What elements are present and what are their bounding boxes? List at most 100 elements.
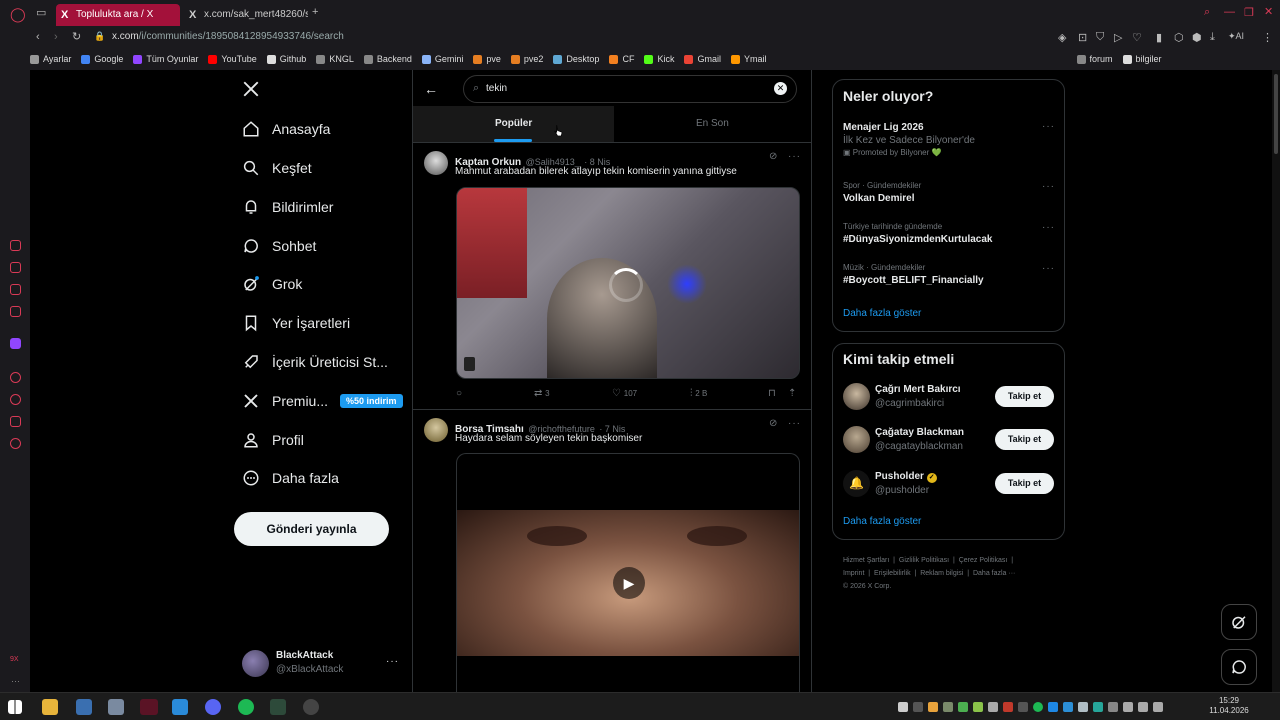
user-avatar[interactable]: 🔔 <box>843 470 870 497</box>
minimize-icon[interactable]: — <box>1224 6 1235 18</box>
play-icon[interactable]: ▶ <box>613 567 645 599</box>
camera-icon[interactable]: ⊡ <box>1078 31 1087 44</box>
bookmark-item[interactable]: Kick <box>644 51 674 67</box>
spotify-icon[interactable] <box>238 699 254 715</box>
messages-float-button[interactable] <box>1221 649 1257 685</box>
like-button[interactable]: ♡ 107 <box>612 388 637 399</box>
tray-icon[interactable] <box>1018 702 1028 712</box>
trend-item[interactable]: Türkiye tarihinde gündemde #DünyaSiyoniz… <box>843 222 1053 245</box>
maximize-icon[interactable]: ❐ <box>1244 6 1254 19</box>
sidebar-app-icon[interactable] <box>10 416 21 427</box>
search-tabs-icon[interactable]: ⌕ <box>1204 6 1210 19</box>
trend-item[interactable]: Müzik · Gündemdekiler #Boycott_BELIFT_Fi… <box>843 263 1053 286</box>
tray-icon[interactable] <box>1078 702 1088 712</box>
footer-link[interactable]: Reklam bilgisi <box>920 570 963 577</box>
tweet-menu-icon[interactable]: ··· <box>788 418 801 429</box>
share-icon[interactable]: ⇡ <box>788 388 796 399</box>
nav-chat[interactable]: Sohbet <box>242 234 316 258</box>
tray-icon[interactable] <box>943 702 953 712</box>
user-avatar[interactable] <box>843 383 870 410</box>
footer-link[interactable]: Çerez Politikası <box>959 557 1008 564</box>
tray-icon[interactable] <box>1108 702 1118 712</box>
tray-icon[interactable] <box>1063 702 1073 712</box>
discord-icon[interactable] <box>205 699 221 715</box>
bookmark-item[interactable]: Gmail <box>684 51 721 67</box>
nav-home[interactable]: Anasayfa <box>242 117 330 141</box>
nav-profile[interactable]: Profil <box>242 428 304 452</box>
sidebar-app-icon[interactable] <box>10 240 21 251</box>
tray-icon[interactable] <box>1093 702 1103 712</box>
tab-latest[interactable]: En Son <box>614 106 811 142</box>
footer-link[interactable]: Hizmet Şartları <box>843 557 889 564</box>
bookmark-item[interactable]: YouTube <box>208 51 257 67</box>
trend-menu-icon[interactable]: ··· <box>1042 222 1055 233</box>
user-name[interactable]: Çağrı Mert Bakırcı <box>875 384 961 395</box>
back-icon[interactable]: ‹ <box>36 31 40 43</box>
tray-icon[interactable] <box>1123 702 1133 712</box>
twitch-icon[interactable] <box>10 338 21 349</box>
bookmark-item[interactable]: Ymail <box>730 51 767 67</box>
settings-icon[interactable] <box>10 438 21 449</box>
scrollbar-thumb[interactable] <box>1274 74 1278 154</box>
tray-icon[interactable] <box>973 702 983 712</box>
user-avatar[interactable] <box>843 426 870 453</box>
bookmark-item[interactable]: forum <box>1076 51 1113 67</box>
follow-button[interactable]: Takip et <box>995 429 1054 450</box>
tab-popular[interactable]: Popüler <box>413 106 614 142</box>
heart-icon[interactable]: ♡ <box>1132 31 1142 44</box>
trend-menu-icon[interactable]: ··· <box>1042 181 1055 192</box>
sidebar-app-icon[interactable] <box>10 372 21 383</box>
trend-menu-icon[interactable]: ··· <box>1042 263 1055 274</box>
forward-icon[interactable]: › <box>54 31 58 43</box>
app-icon[interactable] <box>303 699 319 715</box>
close-window-icon[interactable]: ✕ <box>1264 5 1273 18</box>
follow-show-more[interactable]: Daha fazla göster <box>843 516 921 527</box>
tweet-menu-icon[interactable]: ··· <box>788 151 801 162</box>
follow-button[interactable]: Takip et <box>995 473 1054 494</box>
user-name[interactable]: Pusholder ✓ <box>875 471 937 483</box>
nav-grok[interactable]: Grok <box>242 272 302 296</box>
footer-link[interactable]: Daha fazla ··· <box>973 570 1015 577</box>
sidebar-app-icon[interactable] <box>10 262 21 273</box>
tray-icon[interactable] <box>928 702 938 712</box>
puzzle-icon[interactable]: ⬡ <box>1174 31 1184 44</box>
stats-icon[interactable]: ▮ <box>1156 31 1162 44</box>
account-avatar[interactable] <box>242 650 269 677</box>
shield-icon[interactable]: ⛉ <box>1096 31 1104 44</box>
bookmark-item[interactable]: Backend <box>363 51 412 67</box>
nav-more[interactable]: Daha fazla <box>242 466 339 490</box>
app-icon[interactable] <box>76 699 92 715</box>
tweet-avatar[interactable] <box>424 151 448 175</box>
ai-button[interactable]: ✦AI <box>1228 31 1244 42</box>
download-icon[interactable]: ⤓ <box>1210 31 1215 44</box>
footer-link[interactable]: Erişilebilirlik <box>874 570 911 577</box>
grok-float-button[interactable] <box>1221 604 1257 640</box>
scrollbar[interactable] <box>1272 70 1280 692</box>
menu-icon[interactable]: ⋮ <box>1262 31 1273 44</box>
clear-search-icon[interactable]: ✕ <box>774 82 787 95</box>
reload-icon[interactable]: ↻ <box>72 30 81 43</box>
trend-menu-icon[interactable]: ··· <box>1042 121 1055 132</box>
sidebar-more-icon[interactable]: ··· <box>11 676 20 686</box>
tray-icon[interactable] <box>1003 702 1013 712</box>
tray-icon[interactable] <box>1048 702 1058 712</box>
bookmark-item[interactable]: Github <box>266 51 306 67</box>
opera-logo-icon[interactable]: ◯ <box>10 6 26 23</box>
box-icon[interactable]: ⬢ <box>1192 31 1202 44</box>
account-name[interactable]: BlackAttack <box>276 650 333 661</box>
grok-explain-icon[interactable]: ⊘ <box>769 418 777 429</box>
bookmark-icon[interactable]: ⊓ <box>768 388 776 399</box>
bookmark-item[interactable]: Tüm Oyunlar <box>133 51 198 67</box>
bookmark-item[interactable]: pve <box>473 51 501 67</box>
trends-show-more[interactable]: Daha fazla göster <box>843 308 921 319</box>
terminal-icon[interactable] <box>270 699 286 715</box>
x-logo-icon[interactable] <box>242 80 262 100</box>
clock[interactable]: 15:29 11.04.2026 <box>1204 696 1254 716</box>
bookmark-item[interactable]: Desktop <box>553 51 599 67</box>
bookmark-item[interactable]: bilgiler <box>1122 51 1162 67</box>
sidebar-app-icon[interactable] <box>10 284 21 295</box>
reply-icon[interactable]: ○ <box>456 388 462 399</box>
bookmark-item[interactable]: Google <box>81 51 123 67</box>
follow-button[interactable]: Takip et <box>995 386 1054 407</box>
back-arrow-icon[interactable]: ← <box>424 81 438 97</box>
